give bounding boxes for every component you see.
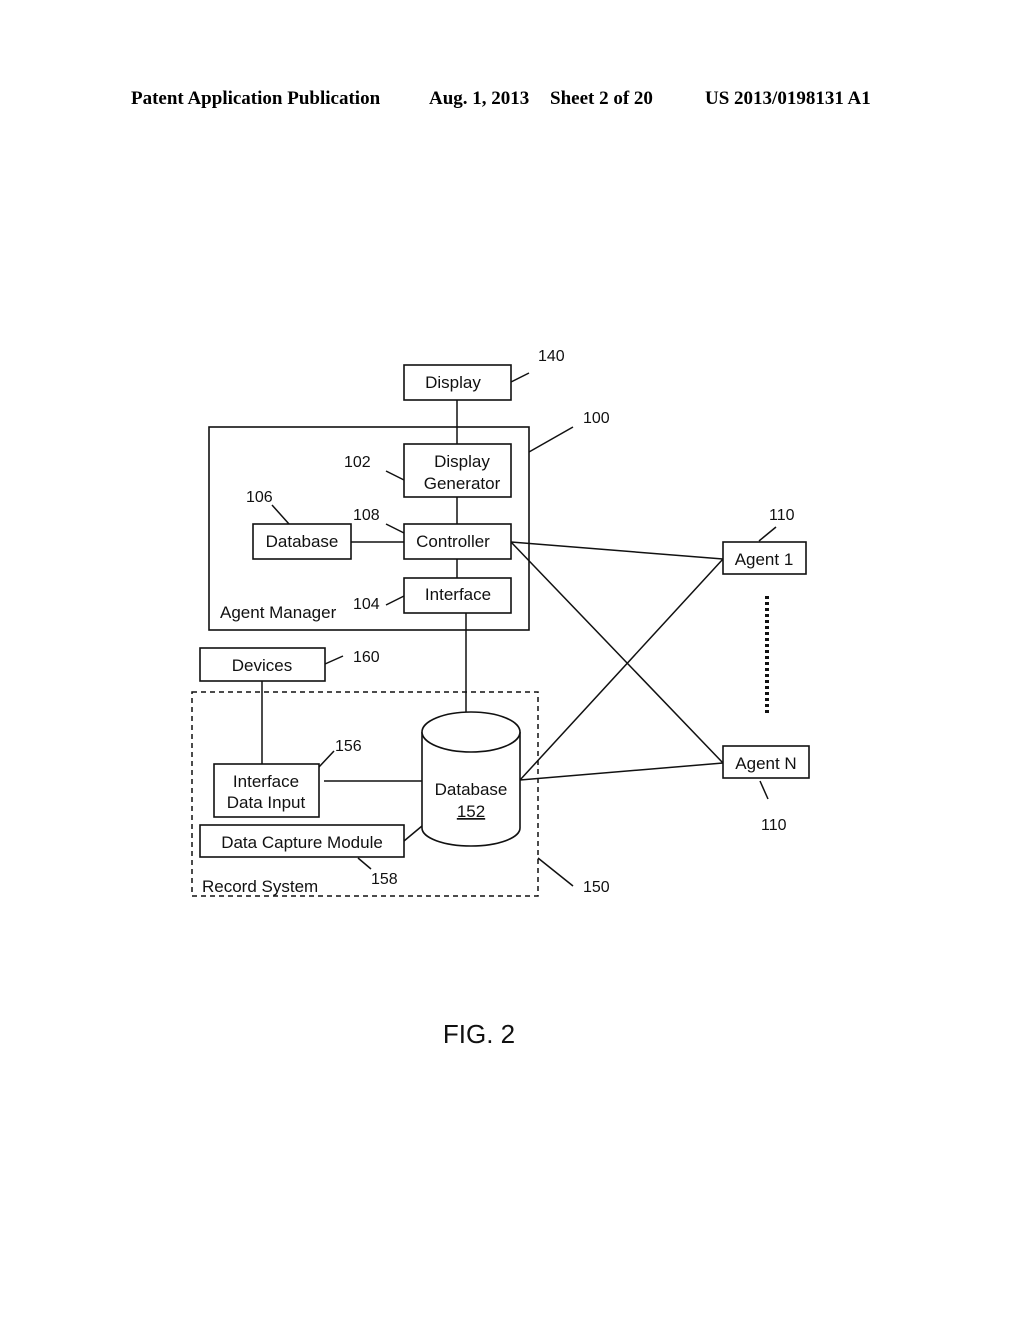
controller-node: Controller 108 — [353, 507, 512, 560]
interface-data-input-line1: Interface — [233, 772, 299, 791]
interface-node: Interface 104 — [353, 577, 512, 614]
devices-ref: 160 — [353, 649, 380, 666]
agent-manager-label: Agent Manager — [220, 603, 337, 622]
controller-label: Controller — [416, 532, 490, 551]
database-cylinder-top — [421, 711, 521, 753]
database-rs-node: Database 152 — [421, 711, 521, 847]
database-rs-label: Database — [435, 780, 508, 799]
system-diagram: Display 140 Agent Manager 100 Display Ge… — [191, 348, 810, 1049]
database-am-node: Database 106 — [246, 489, 352, 560]
display-generator-node: Display Generator 102 — [344, 443, 512, 498]
display-generator-line2: Generator — [424, 474, 501, 493]
agent-1-node: Agent 1 110 — [722, 507, 807, 575]
display-generator-line1: Display — [434, 452, 490, 471]
database-am-ref: 106 — [246, 489, 273, 506]
devices-label: Devices — [232, 656, 292, 675]
agent-n-ref: 110 — [761, 817, 787, 834]
display-label: Display — [425, 373, 481, 392]
edge-capture-database — [403, 825, 423, 842]
record-system-label: Record System — [202, 877, 318, 896]
agent-n-label: Agent N — [735, 754, 796, 773]
edge-controller-agent1 — [510, 541, 724, 560]
controller-ref: 108 — [353, 507, 380, 524]
devices-node: Devices 160 — [199, 647, 380, 682]
edge-database-agentn — [519, 762, 724, 781]
interface-data-input-ref: 156 — [335, 738, 362, 755]
display-node: Display 140 — [403, 348, 565, 401]
figure-label: FIG. 2 — [443, 1019, 515, 1049]
database-rs-id: 152 — [457, 802, 485, 821]
agent-n-node: Agent N 110 — [722, 745, 810, 834]
interface-data-input-line2: Data Input — [227, 793, 306, 812]
interface-ref: 104 — [353, 596, 380, 613]
display-generator-ref: 102 — [344, 454, 371, 471]
interface-label: Interface — [425, 585, 491, 604]
data-capture-module-ref: 158 — [371, 871, 398, 888]
agent-1-label: Agent 1 — [735, 550, 794, 569]
edge-controller-agentn — [510, 541, 724, 764]
data-capture-module-label: Data Capture Module — [221, 833, 383, 852]
display-ref: 140 — [538, 348, 565, 365]
agent-manager-ref: 100 — [583, 410, 610, 427]
database-am-label: Database — [266, 532, 339, 551]
record-system-ref: 150 — [583, 879, 610, 896]
interface-data-input-node: Interface Data Input 156 — [213, 738, 362, 818]
agent-1-ref: 110 — [769, 507, 795, 524]
edge-database-agent1 — [519, 558, 724, 781]
